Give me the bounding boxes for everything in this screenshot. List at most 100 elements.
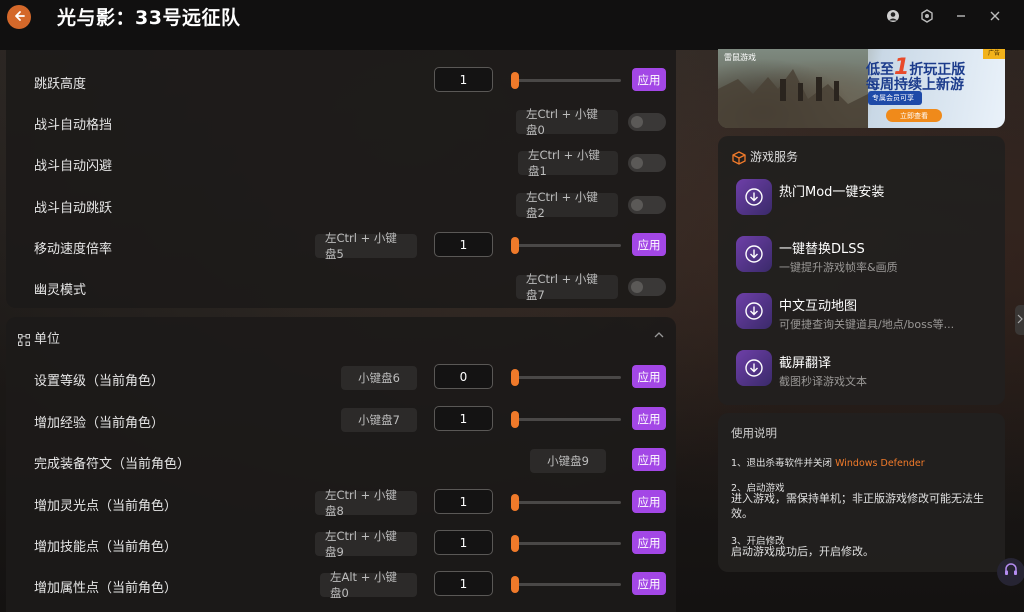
slider-thumb[interactable]: [511, 535, 519, 552]
apply-button[interactable]: 应用: [632, 68, 666, 91]
value-slider[interactable]: [511, 494, 621, 511]
hotkey-badge[interactable]: 小键盘7: [341, 408, 417, 432]
banner-logo: 雷鼠游戏: [724, 53, 756, 62]
apply-button[interactable]: 应用: [632, 572, 666, 595]
slider-thumb[interactable]: [511, 411, 519, 428]
value-input[interactable]: 1: [434, 530, 493, 555]
apply-button[interactable]: 应用: [632, 448, 666, 471]
step1-text: 1、退出杀毒软件并关闭: [731, 458, 833, 469]
value-input[interactable]: 1: [434, 67, 493, 92]
toggle-switch[interactable]: [628, 278, 666, 296]
toggle-knob: [631, 281, 643, 293]
usage-instructions: 使用说明 1、退出杀毒软件并关闭 Windows Defender 2、启动游戏…: [718, 413, 1005, 572]
value-slider[interactable]: [511, 369, 621, 386]
row-label: 增加技能点（当前角色）: [34, 540, 178, 555]
value-input[interactable]: 1: [434, 232, 493, 257]
user-button[interactable]: [876, 6, 910, 26]
value-slider[interactable]: [511, 411, 621, 428]
chevron-up-icon[interactable]: [654, 329, 664, 342]
close-button[interactable]: [978, 6, 1012, 26]
hotkey-badge[interactable]: 小键盘9: [530, 449, 606, 473]
hotkey-badge[interactable]: 左Ctrl + 小键盘2: [516, 190, 618, 220]
row-label: 完成装备符文（当前角色）: [34, 457, 191, 472]
service-name: 热门Mod一键安装: [779, 185, 885, 200]
value-slider[interactable]: [511, 72, 621, 89]
unit-section: 单位 设置等级（当前角色） 小键盘6 0 应用 增加经验（当前角色） 小键盘7 …: [6, 317, 676, 612]
toggle-switch[interactable]: [628, 113, 666, 131]
cheat-section-top: 跳跃高度 1 应用 战斗自动格挡 左Ctrl + 小键盘0 战斗自动闪避 左Ct…: [6, 50, 676, 308]
support-button[interactable]: [997, 558, 1024, 586]
side-expand-button[interactable]: [1015, 305, 1024, 335]
section-header[interactable]: 单位: [6, 317, 676, 355]
service-map[interactable]: 中文互动地图 可便捷查询关键道具/地点/boss等...: [736, 293, 996, 335]
promo-banner[interactable]: 雷鼠游戏 低至1折玩正版 每周持续上新游 专属会员可享 立即查看 广告: [718, 49, 1005, 128]
service-translate[interactable]: 截屏翻译 截图秒译游戏文本: [736, 350, 996, 392]
value-input[interactable]: 1: [434, 571, 493, 596]
row-label: 增加灵光点（当前角色）: [34, 499, 178, 514]
user-icon: [886, 9, 900, 23]
value-slider[interactable]: [511, 237, 621, 254]
banner-badge: 专属会员可享: [868, 91, 922, 105]
value-input[interactable]: 0: [434, 364, 493, 389]
toggle-switch[interactable]: [628, 154, 666, 172]
row-add-skill: 增加技能点（当前角色） 左Ctrl + 小键盘9 1 应用: [6, 529, 676, 559]
title-bar: 光与影：33号远征队: [0, 0, 1024, 50]
download-icon: [736, 293, 772, 329]
row-label: 移动速度倍率: [34, 242, 113, 257]
download-icon: [736, 179, 772, 215]
slider-thumb[interactable]: [511, 237, 519, 254]
slider-thumb[interactable]: [511, 369, 519, 386]
download-icon: [736, 350, 772, 386]
hotkey-badge[interactable]: 左Ctrl + 小键盘0: [516, 107, 618, 137]
banner-cta-button[interactable]: 立即查看: [886, 109, 942, 122]
apply-button[interactable]: 应用: [632, 531, 666, 554]
value-slider[interactable]: [511, 576, 621, 593]
hotkey-badge[interactable]: 左Alt + 小键盘0: [320, 570, 417, 600]
service-name: 一键替换DLSS: [779, 242, 865, 257]
row-add-attr: 增加属性点（当前角色） 左Alt + 小键盘0 1 应用: [6, 570, 676, 600]
row-auto-dodge: 战斗自动闪避 左Ctrl + 小键盘1: [6, 148, 676, 178]
row-label: 战斗自动跳跃: [34, 201, 113, 216]
hotkey-badge[interactable]: 左Ctrl + 小键盘7: [516, 272, 618, 302]
row-label: 增加属性点（当前角色）: [34, 581, 178, 596]
step2-body: 进入游戏，需保持单机；非正版游戏修改可能无法生效。: [731, 492, 984, 520]
value-slider[interactable]: [511, 535, 621, 552]
row-finish-runes: 完成装备符文（当前角色） 小键盘9 应用: [6, 446, 676, 476]
apply-button[interactable]: 应用: [632, 407, 666, 430]
service-name: 截屏翻译: [779, 356, 832, 371]
apply-button[interactable]: 应用: [632, 490, 666, 513]
minimize-icon: [955, 10, 967, 22]
row-label: 增加经验（当前角色）: [34, 416, 165, 431]
value-input[interactable]: 1: [434, 489, 493, 514]
hotkey-badge[interactable]: 小键盘6: [341, 366, 417, 390]
service-name: 中文互动地图: [779, 299, 858, 314]
hotkey-badge[interactable]: 左Ctrl + 小键盘8: [315, 488, 417, 518]
apply-button[interactable]: 应用: [632, 233, 666, 256]
step1-highlight: Windows Defender: [835, 458, 925, 469]
settings-button[interactable]: [910, 6, 944, 26]
headset-icon: [1003, 562, 1019, 582]
hotkey-badge[interactable]: 左Ctrl + 小键盘5: [315, 231, 417, 261]
close-icon: [989, 10, 1001, 22]
service-mod-install[interactable]: 热门Mod一键安装: [736, 179, 996, 221]
back-arrow-icon: [13, 10, 25, 25]
slider-thumb[interactable]: [511, 494, 519, 511]
hotkey-badge[interactable]: 左Ctrl + 小键盘9: [315, 529, 417, 559]
minimize-button[interactable]: [944, 6, 978, 26]
row-label: 跳跃高度: [34, 77, 87, 92]
game-services-panel: 游戏服务 热门Mod一键安装 一键替换DLSS 一键提升游戏帧率&画质 中文互动…: [718, 136, 1005, 405]
step3-body: 启动游戏成功后，开启修改。: [731, 545, 874, 558]
step1-title: 1、退出杀毒软件并关闭 Windows Defender: [731, 455, 925, 469]
service-dlss[interactable]: 一键替换DLSS 一键提升游戏帧率&画质: [736, 236, 996, 278]
hotkey-badge[interactable]: 左Ctrl + 小键盘1: [518, 148, 618, 178]
slider-thumb[interactable]: [511, 576, 519, 593]
row-label: 设置等级（当前角色）: [34, 374, 165, 389]
value-input[interactable]: 1: [434, 406, 493, 431]
slider-thumb[interactable]: [511, 72, 519, 89]
window-controls: [876, 6, 1012, 26]
apply-button[interactable]: 应用: [632, 365, 666, 388]
back-button[interactable]: [7, 5, 31, 29]
toggle-switch[interactable]: [628, 196, 666, 214]
row-label: 幽灵模式: [34, 283, 87, 298]
row-label: 战斗自动闪避: [34, 159, 113, 174]
